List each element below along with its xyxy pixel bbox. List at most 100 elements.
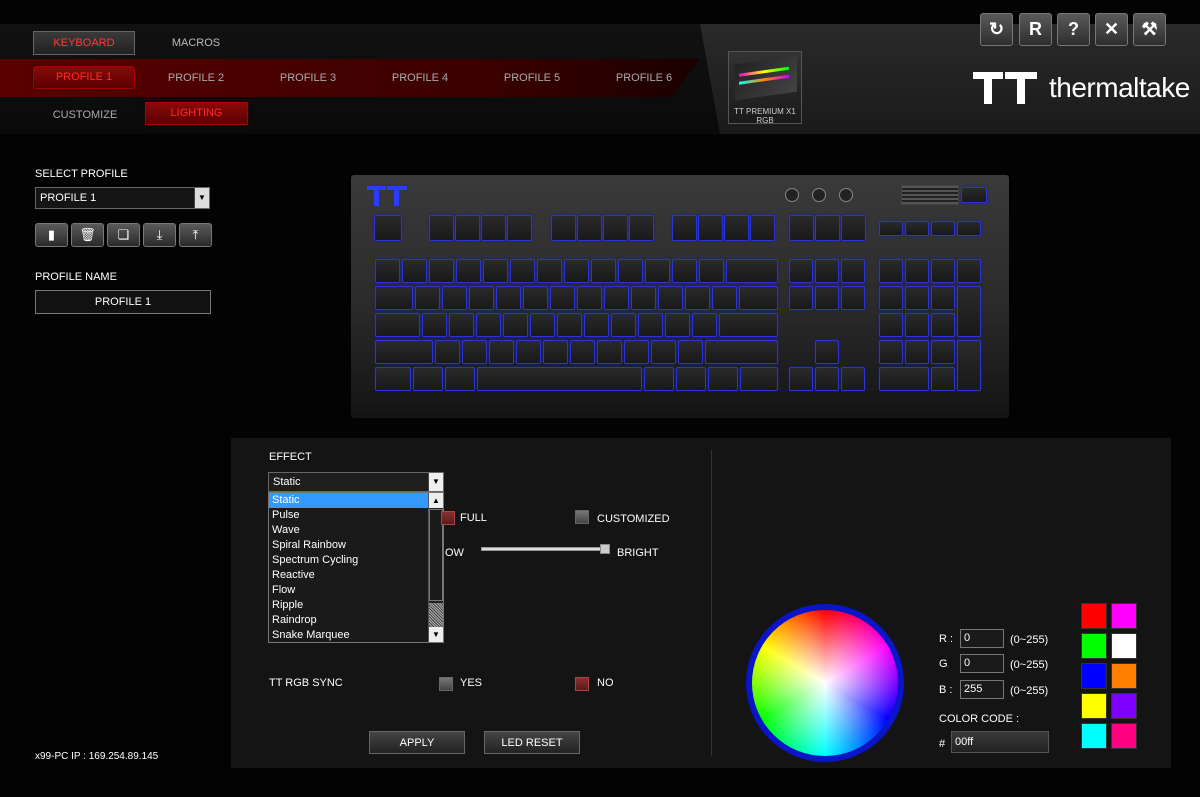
- keyboard-key: [685, 286, 710, 310]
- reset-button[interactable]: R: [1019, 13, 1052, 46]
- color-swatch[interactable]: [1081, 723, 1107, 749]
- color-swatch[interactable]: [1111, 693, 1137, 719]
- keyboard-key: [905, 340, 929, 364]
- hash-label: #: [939, 738, 946, 750]
- apply-button[interactable]: APPLY: [369, 731, 465, 754]
- keyboard-key: [503, 313, 528, 337]
- brightness-slider-handle[interactable]: [600, 544, 610, 554]
- keyboard-key: [523, 286, 548, 310]
- tab-keyboard[interactable]: KEYBOARD: [33, 31, 135, 55]
- keyboard-key: [455, 215, 480, 241]
- device-image: [735, 55, 797, 101]
- keyboard-key: [591, 259, 616, 283]
- profile-name-field[interactable]: PROFILE 1: [35, 290, 211, 314]
- color-wheel[interactable]: [746, 604, 904, 762]
- color-swatch[interactable]: [1111, 603, 1137, 629]
- tab-profile-6[interactable]: PROFILE 6: [594, 67, 694, 89]
- color-swatch[interactable]: [1111, 723, 1137, 749]
- tab-profile-5[interactable]: PROFILE 5: [482, 67, 582, 89]
- list-item[interactable]: Pulse: [269, 508, 428, 523]
- trash-icon[interactable]: 🗑: [71, 223, 104, 247]
- list-item[interactable]: Spiral Rainbow: [269, 538, 428, 553]
- list-item[interactable]: Flow: [269, 583, 428, 598]
- color-swatch[interactable]: [1081, 663, 1107, 689]
- sync-yes-checkbox[interactable]: [439, 677, 453, 691]
- chevron-up-icon[interactable]: ▲: [429, 493, 443, 508]
- keyboard-key: [931, 340, 955, 364]
- keyboard-key: [815, 286, 839, 310]
- scroll-thumb[interactable]: [429, 603, 443, 627]
- keyboard-key: [678, 340, 703, 364]
- effect-label: EFFECT: [269, 451, 312, 463]
- keyboard-key: [489, 340, 514, 364]
- keyboard-key: [879, 340, 903, 364]
- g-input[interactable]: 0: [960, 654, 1004, 673]
- download-icon[interactable]: ⤓: [143, 223, 176, 247]
- color-code-input[interactable]: 00ff: [951, 731, 1049, 753]
- help-icon[interactable]: ?: [1057, 13, 1090, 46]
- new-profile-icon[interactable]: ▮: [35, 223, 68, 247]
- list-item[interactable]: Reactive: [269, 568, 428, 583]
- keyboard-key: [516, 340, 541, 364]
- keyboard-key: [789, 286, 813, 310]
- device-thumbnail[interactable]: TT PREMIUM X1 RGB: [728, 51, 802, 125]
- keyboard-key: [750, 215, 775, 241]
- tab-lighting[interactable]: LIGHTING: [145, 102, 248, 125]
- tab-macros[interactable]: MACROS: [146, 32, 246, 54]
- tab-profile-1[interactable]: PROFILE 1: [33, 66, 135, 89]
- sync-no-checkbox[interactable]: [575, 677, 589, 691]
- keyboard-key: [957, 286, 981, 337]
- tab-profile-3[interactable]: PROFILE 3: [258, 67, 358, 89]
- keyboard-key: [550, 286, 575, 310]
- color-swatch[interactable]: [1081, 693, 1107, 719]
- customized-checkbox[interactable]: [575, 510, 589, 524]
- keyboard-key: [726, 259, 778, 283]
- profile-name-label: PROFILE NAME: [35, 271, 117, 283]
- keyboard-key: [449, 313, 474, 337]
- tab-profile-4[interactable]: PROFILE 4: [370, 67, 470, 89]
- chevron-down-icon: ▼: [194, 188, 209, 208]
- profile-select[interactable]: PROFILE 1 ▼: [35, 187, 210, 209]
- r-range: (0~255): [1010, 634, 1049, 646]
- keyboard-key: [789, 367, 813, 391]
- keyboard-key: [435, 340, 460, 364]
- keyboard-key: [375, 259, 400, 283]
- keyboard-key: [841, 215, 866, 241]
- effect-select[interactable]: Static ▼: [268, 472, 444, 492]
- list-item[interactable]: Static: [269, 493, 428, 508]
- keyboard-key: [841, 367, 865, 391]
- swatch-grid: [1081, 603, 1139, 753]
- b-input[interactable]: 255: [960, 680, 1004, 699]
- profile-select-value: PROFILE 1: [40, 192, 97, 204]
- led-reset-button[interactable]: LED RESET: [484, 731, 580, 754]
- chevron-down-icon[interactable]: ▼: [429, 627, 443, 642]
- list-item[interactable]: Ripple: [269, 598, 428, 613]
- keyboard-key: [651, 340, 676, 364]
- keyboard-key: [879, 259, 903, 283]
- list-item[interactable]: Spectrum Cycling: [269, 553, 428, 568]
- color-swatch[interactable]: [1111, 633, 1137, 659]
- color-swatch[interactable]: [1081, 633, 1107, 659]
- color-wheel-gradient[interactable]: [752, 610, 898, 756]
- r-input[interactable]: 0: [960, 629, 1004, 648]
- keyboard-key: [789, 215, 814, 241]
- close-icon[interactable]: ✕: [1095, 13, 1128, 46]
- tab-profile-2[interactable]: PROFILE 2: [146, 67, 246, 89]
- keyboard-key: [905, 259, 929, 283]
- keyboard-key: [564, 259, 589, 283]
- brightness-slider[interactable]: [481, 547, 609, 551]
- list-item[interactable]: Wave: [269, 523, 428, 538]
- refresh-icon[interactable]: ↻: [980, 13, 1013, 46]
- wrench-icon[interactable]: ⚒: [1133, 13, 1166, 46]
- keyboard-key: [597, 340, 622, 364]
- keyboard-key: [413, 367, 443, 391]
- color-swatch[interactable]: [1081, 603, 1107, 629]
- list-item[interactable]: Snake Marquee: [269, 628, 428, 643]
- copy-icon[interactable]: ❏: [107, 223, 140, 247]
- upload-icon[interactable]: ⤒: [179, 223, 212, 247]
- full-checkbox[interactable]: [441, 511, 455, 525]
- list-item[interactable]: Raindrop: [269, 613, 428, 628]
- keyboard-key: [577, 286, 602, 310]
- color-swatch[interactable]: [1111, 663, 1137, 689]
- tab-customize[interactable]: CUSTOMIZE: [35, 104, 135, 126]
